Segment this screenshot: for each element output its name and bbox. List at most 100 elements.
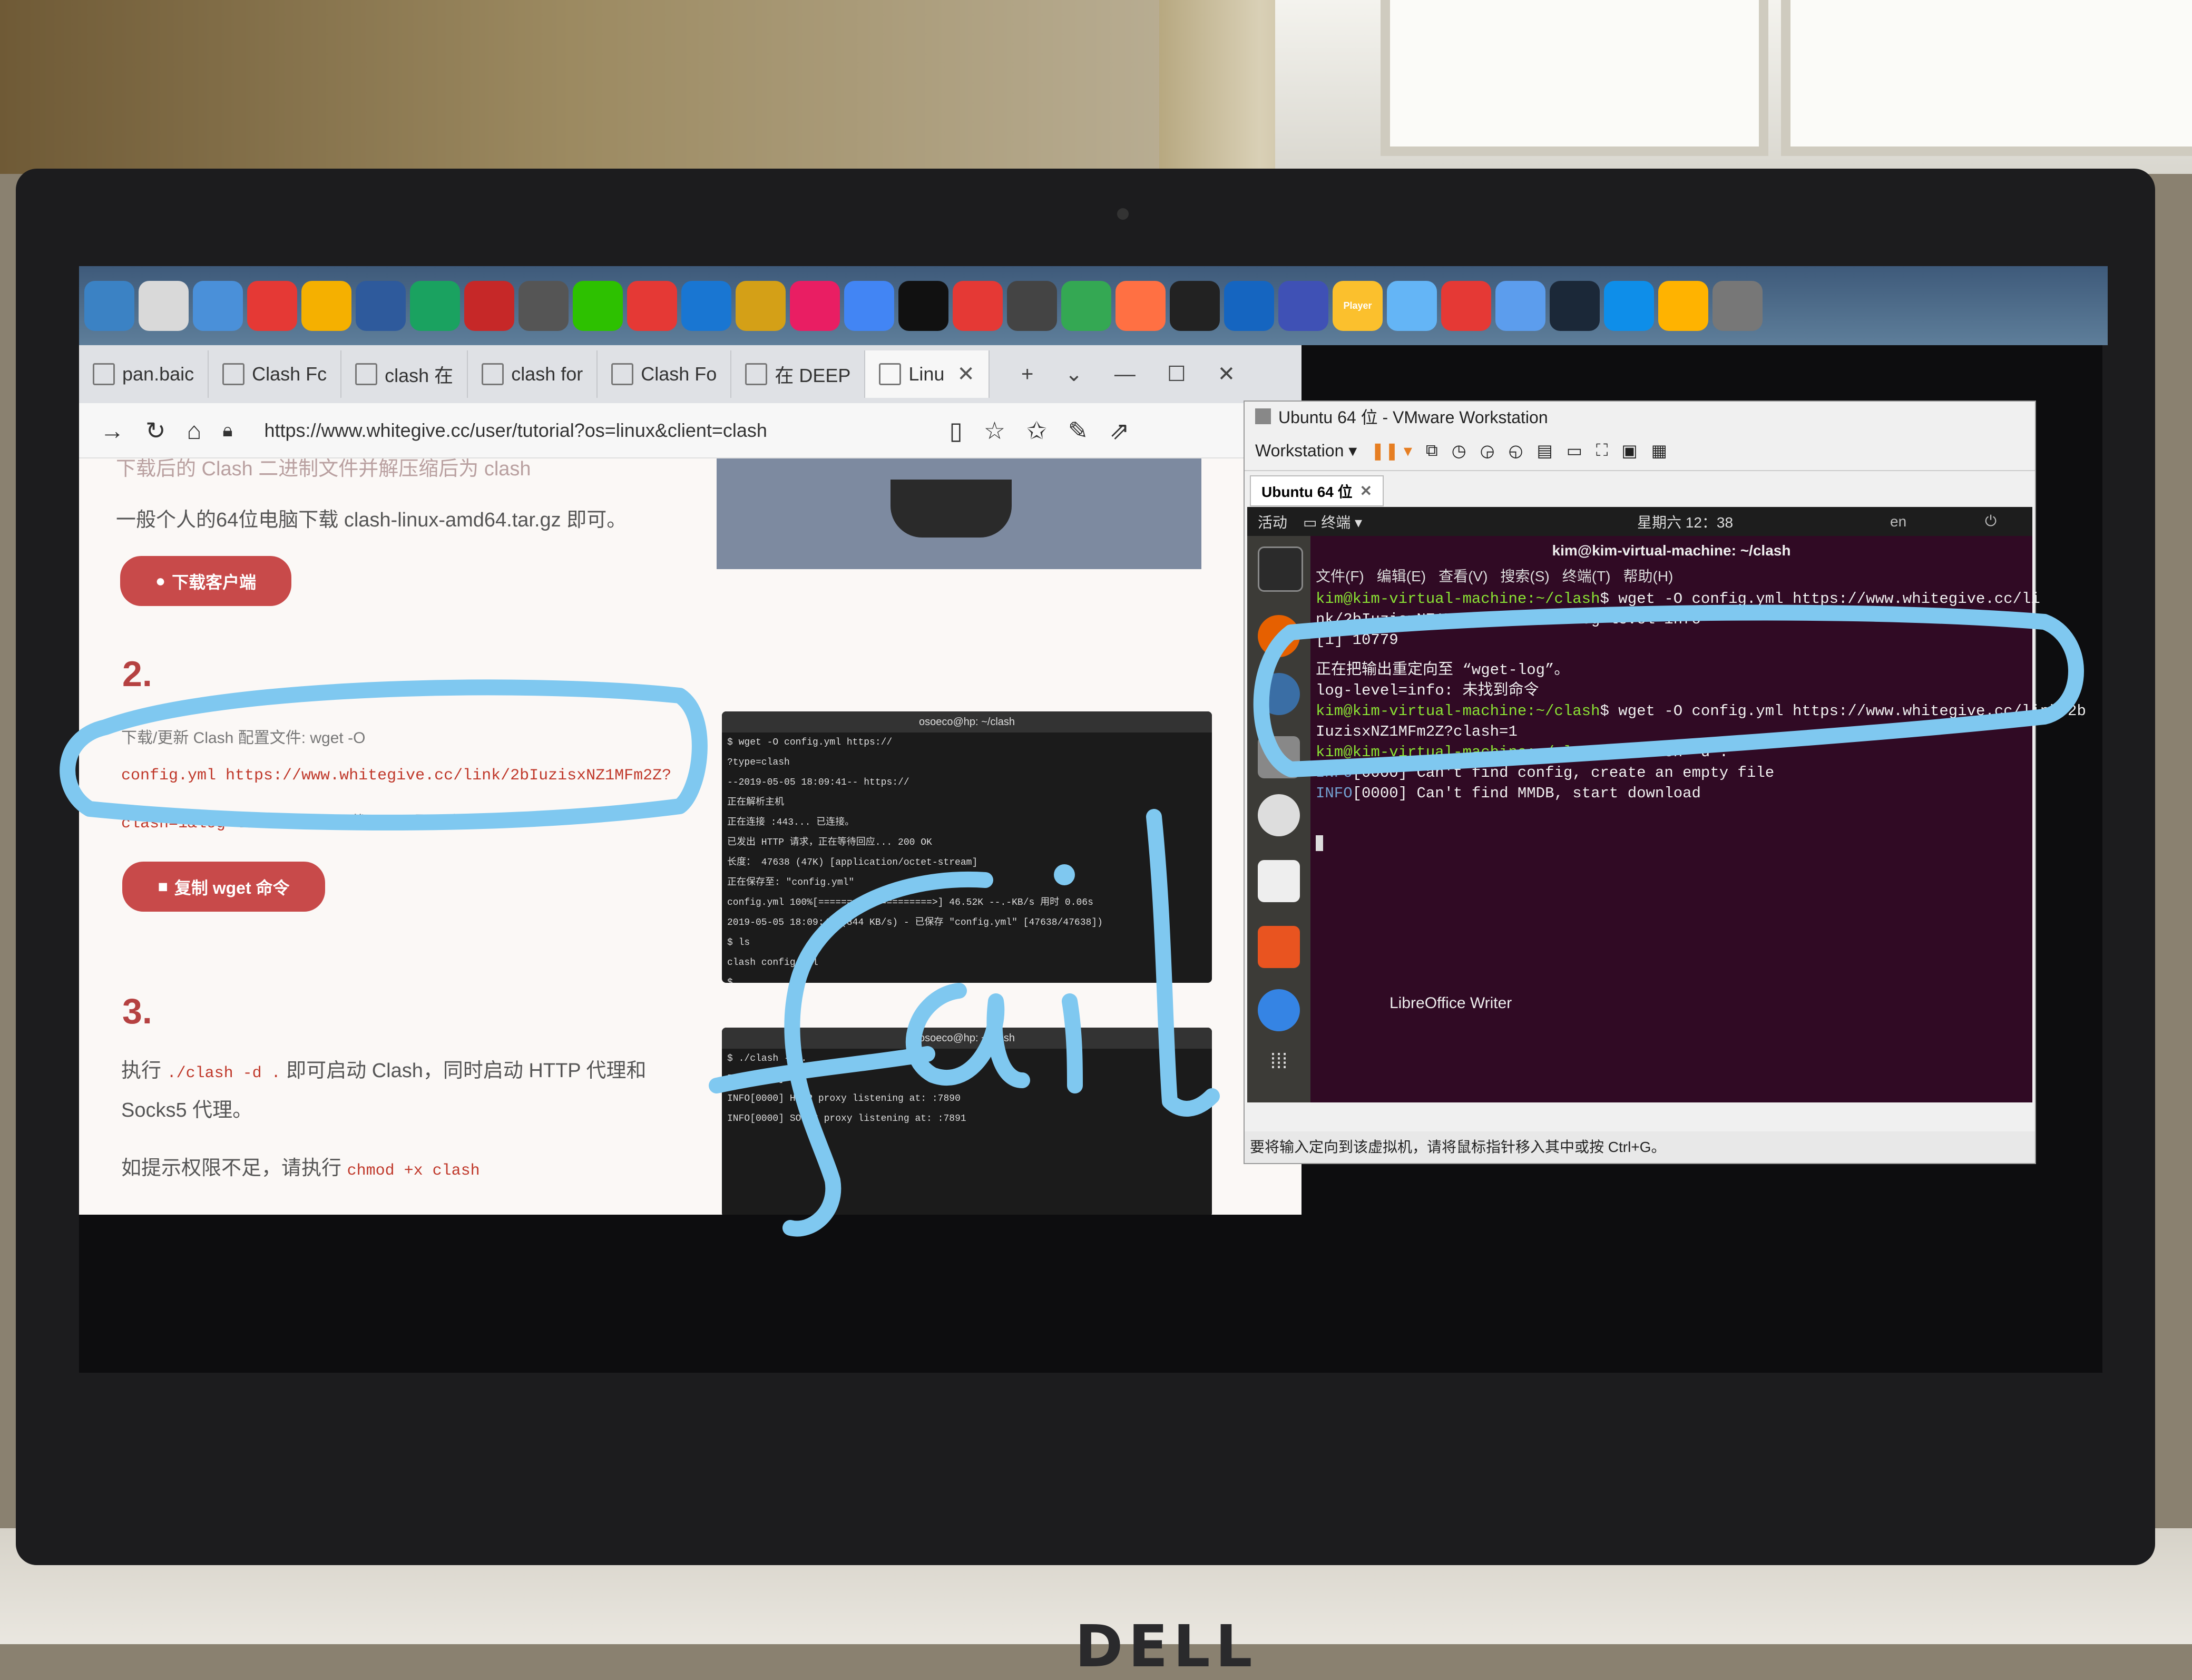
monitor-icon[interactable] <box>1007 280 1057 331</box>
pen-icon[interactable]: ✎ <box>1068 416 1089 445</box>
manage-snapshot-icon[interactable]: ◵ <box>1509 441 1523 461</box>
minimize-icon[interactable]: — <box>1114 363 1136 386</box>
weibo-icon[interactable] <box>1441 280 1491 331</box>
chrome-icon[interactable] <box>844 280 894 331</box>
l-icon[interactable] <box>1170 280 1220 331</box>
ubuntu-vm-tab[interactable]: Ubuntu 64 位 ✕ <box>1250 475 1384 506</box>
terminal-line: [1] 10779 <box>1316 631 1398 649</box>
firefox-icon[interactable] <box>1258 615 1300 657</box>
chrome-logo-icon[interactable] <box>1061 280 1111 331</box>
feather-icon[interactable] <box>84 280 134 331</box>
mini-terminal-line: INFO[0000] SOCKS proxy listening at: :78… <box>727 1114 966 1124</box>
steam-icon[interactable] <box>1550 280 1600 331</box>
terminal-menu-item[interactable]: 编辑(E) <box>1377 565 1426 589</box>
ccleaner-icon[interactable] <box>247 280 297 331</box>
help-icon[interactable] <box>1258 989 1300 1031</box>
yandex-icon[interactable] <box>627 280 677 331</box>
bolt-icon[interactable] <box>1278 280 1328 331</box>
ubuntu-top-bar: 活动 ▭ 终端 ▾ 星期六 12：38 en ⏻ <box>1247 507 2032 536</box>
browser-tab[interactable]: pan.baic <box>79 350 209 398</box>
maximize-icon[interactable]: ☐ <box>1167 362 1186 386</box>
browser-tab[interactable]: Clash Fc <box>209 350 342 398</box>
r-icon[interactable] <box>736 280 786 331</box>
terminal-menu-item[interactable]: 文件(F) <box>1316 565 1364 589</box>
play-icon[interactable] <box>1387 280 1437 331</box>
vmware-titlebar: Ubuntu 64 位 - VMware Workstation <box>1245 402 2035 431</box>
colorful-icon[interactable] <box>1115 280 1166 331</box>
pdf-icon[interactable] <box>464 280 514 331</box>
power-icon[interactable]: ⏻ <box>1985 513 1997 530</box>
baidu-cloud-icon[interactable] <box>1495 280 1545 331</box>
app-icon[interactable] <box>1712 280 1763 331</box>
network-icon[interactable]: ⧉ <box>1426 441 1438 461</box>
home-icon[interactable]: ⌂ <box>187 416 202 445</box>
rhythmbox-icon[interactable] <box>1258 794 1300 836</box>
teamviewer-icon[interactable] <box>1604 280 1654 331</box>
unity-icon[interactable]: ▣ <box>1621 441 1637 461</box>
terminal-menu-item[interactable]: 搜索(S) <box>1500 565 1549 589</box>
browser-tab[interactable]: clash 在 <box>341 350 468 398</box>
send-icon[interactable] <box>790 280 840 331</box>
share-icon[interactable]: ⇗ <box>1109 416 1130 445</box>
copy-wget-command-button[interactable]: ■ 复制 wget 命令 <box>122 862 325 912</box>
terminal-menu-item[interactable]: 终端(T) <box>1562 565 1611 589</box>
download-client-button[interactable]: ● 下载客户端 <box>120 556 291 606</box>
refresh-icon[interactable]: ↻ <box>145 416 166 445</box>
recycle-bin-icon[interactable] <box>139 280 189 331</box>
terminal-icon[interactable] <box>1258 546 1303 592</box>
fullscreen-icon[interactable]: ⛶ <box>1596 441 1608 461</box>
terminal-line: $ wget -O config.yml https://www.whitegi… <box>1600 702 2086 720</box>
mini-terminal-line: 正在连接 :443... 已连接。 <box>727 817 855 828</box>
ubuntu-terminal-window: kim@kim-virtual-machine: ~/clash 文件(F) 编辑… <box>1310 536 2086 1102</box>
browser-tab[interactable]: Linu ✕ <box>865 350 990 398</box>
favorite-star-icon[interactable]: ☆ <box>984 416 1005 445</box>
new-tab-icon[interactable]: + <box>1021 363 1033 386</box>
terminal-menu-item[interactable]: 查看(V) <box>1438 565 1488 589</box>
browser-tab-label: Linu <box>908 363 945 385</box>
video-icon[interactable] <box>1224 280 1274 331</box>
butterfly-icon[interactable] <box>301 280 351 331</box>
browser-tab[interactable]: clash for <box>468 350 598 398</box>
eagle-icon[interactable] <box>356 280 406 331</box>
pause-icon[interactable]: ❚❚ ▾ <box>1371 441 1412 461</box>
terminal-menu-item[interactable]: 帮助(H) <box>1623 565 1674 589</box>
url-field[interactable]: https://www.whitegive.cc/user/tutorial?o… <box>265 419 928 442</box>
sidebar-toggle-icon[interactable]: ▤ <box>1537 441 1553 461</box>
favorites-list-icon[interactable]: ✩ <box>1026 416 1047 445</box>
sword-icon[interactable] <box>518 280 569 331</box>
pen-icon[interactable] <box>1658 280 1708 331</box>
files-icon[interactable] <box>1258 736 1300 778</box>
browser-tab[interactable]: Clash Fo <box>598 350 732 398</box>
webcam <box>1117 208 1129 220</box>
player-icon[interactable]: Player <box>1333 280 1383 331</box>
mini-terminal-line: $ wget -O config.yml https:// <box>727 737 893 748</box>
workstation-menu[interactable]: Workstation ▾ <box>1255 441 1357 461</box>
arrow-icon[interactable] <box>410 280 460 331</box>
reading-view-icon[interactable]: ▯ <box>950 416 963 445</box>
qq-icon[interactable] <box>898 280 948 331</box>
browser-tab[interactable]: 在 DEEP <box>731 350 866 398</box>
tab-list-icon[interactable]: ⌄ <box>1065 362 1083 386</box>
activities-button[interactable]: 活动 <box>1258 511 1287 532</box>
vmware-window: Ubuntu 64 位 - VMware Workstation Worksta… <box>1244 401 2086 1164</box>
software-center-icon[interactable] <box>1258 926 1300 968</box>
close-tab-icon[interactable]: ✕ <box>957 362 975 386</box>
console-view-icon[interactable]: ▭ <box>1567 441 1582 461</box>
clock[interactable]: 星期六 12：38 <box>1637 511 1733 532</box>
forward-icon[interactable]: → <box>100 416 124 445</box>
thunderbird-icon[interactable] <box>1258 673 1300 715</box>
language-indicator[interactable]: en <box>1890 513 1906 530</box>
show-apps-icon[interactable]: ⁞⁞⁞ <box>1258 1050 1300 1092</box>
mini-terminal-line: ?type=clash <box>727 757 790 768</box>
library-icon[interactable]: ▦ <box>1651 441 1667 461</box>
snapshot-icon[interactable]: ◷ <box>1452 441 1466 461</box>
revert-snapshot-icon[interactable]: ◶ <box>1480 441 1495 461</box>
computer-icon[interactable] <box>193 280 243 331</box>
close-window-icon[interactable]: ✕ <box>1218 362 1236 386</box>
bluetooth-icon[interactable] <box>681 280 731 331</box>
close-icon[interactable]: ✕ <box>1360 482 1372 500</box>
libreoffice-writer-icon[interactable] <box>1258 860 1300 902</box>
netease-music-icon[interactable] <box>953 280 1003 331</box>
terminal-app-menu[interactable]: ▭ 终端 ▾ <box>1303 511 1362 532</box>
wechat-icon[interactable] <box>573 280 623 331</box>
